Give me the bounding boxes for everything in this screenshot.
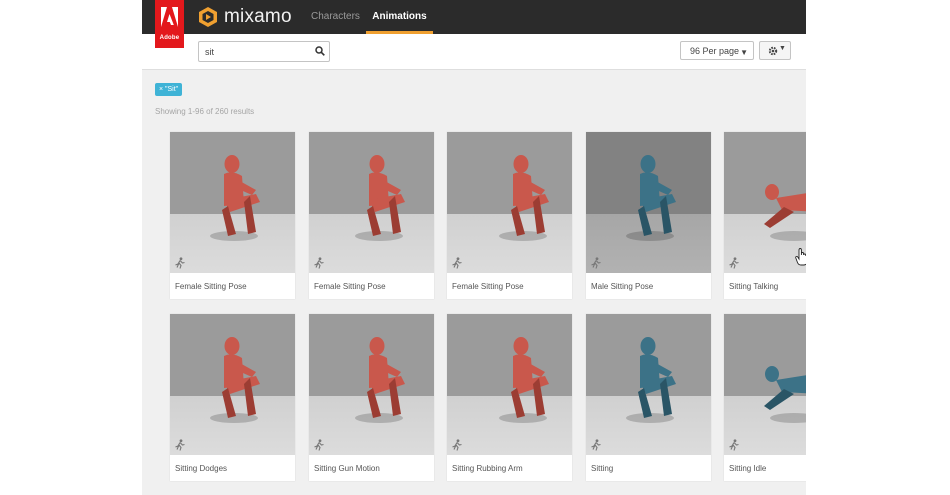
animation-card-label: Female Sitting Pose: [175, 282, 247, 291]
animation-card-label: Sitting Gun Motion: [314, 464, 380, 473]
search-icon[interactable]: [315, 46, 325, 56]
animation-thumbnail[interactable]: [170, 314, 295, 455]
mixamo-app: Adobe mixamo Characters Animations 96 Pe…: [142, 0, 806, 495]
animation-card[interactable]: Sitting Idle: [724, 314, 806, 481]
caret-down-icon: ▼: [779, 45, 786, 52]
animation-card-label: Sitting Idle: [729, 464, 767, 473]
animation-card-label: Sitting Talking: [729, 282, 779, 291]
hand-cursor-icon: [795, 248, 806, 266]
running-figure-icon: [175, 257, 185, 269]
animation-card[interactable]: Male Sitting Pose: [586, 132, 711, 299]
running-figure-icon: [175, 439, 185, 451]
adobe-a-icon: [161, 7, 178, 27]
tab-characters[interactable]: Characters: [311, 0, 360, 34]
search-box: [198, 41, 330, 62]
character-figure: [499, 155, 549, 241]
animation-card-label: Sitting: [591, 464, 614, 473]
animation-card[interactable]: Sitting Dodges: [170, 314, 295, 481]
animation-card[interactable]: Female Sitting Pose: [447, 132, 572, 299]
animation-thumbnail[interactable]: [724, 314, 806, 455]
settings-dropdown-button[interactable]: ▼: [759, 41, 791, 60]
character-figure: [764, 366, 806, 423]
character-figure: [210, 155, 260, 241]
adobe-label: Adobe: [159, 35, 180, 41]
running-figure-icon: [729, 257, 739, 269]
character-figure: [355, 337, 405, 423]
animation-card-label: Sitting Dodges: [175, 464, 228, 473]
animation-card[interactable]: Sitting Gun Motion: [309, 314, 434, 481]
animation-card[interactable]: Sitting Rubbing Arm: [447, 314, 572, 481]
character-figure: [626, 155, 676, 241]
animation-thumbnail[interactable]: [724, 132, 806, 273]
gear-icon: [768, 46, 778, 56]
running-figure-icon: [452, 439, 462, 451]
animation-card-label: Female Sitting Pose: [452, 282, 524, 291]
character-figure: [499, 337, 549, 423]
animation-thumbnail[interactable]: [586, 132, 711, 273]
running-figure-icon: [314, 257, 324, 269]
animation-card[interactable]: Female Sitting Pose: [170, 132, 295, 299]
character-figure: [210, 337, 260, 423]
filter-tag[interactable]: × "Sit": [155, 83, 183, 96]
animation-card[interactable]: Sitting Talking: [724, 132, 806, 299]
mixamo-logo-icon: [199, 7, 217, 27]
results-count: Showing 1-96 of 260 results: [155, 107, 255, 116]
chevron-down-icon: ▼: [740, 48, 748, 57]
running-figure-icon: [591, 439, 601, 451]
animation-thumbnail[interactable]: [170, 132, 295, 273]
animation-thumbnail[interactable]: [447, 132, 572, 273]
animation-thumbnail[interactable]: [586, 314, 711, 455]
running-figure-icon: [729, 439, 739, 451]
animation-thumbnail[interactable]: [309, 314, 434, 455]
animation-card-label: Sitting Rubbing Arm: [452, 464, 523, 473]
mixamo-brand[interactable]: mixamo: [197, 5, 292, 29]
top-navigation-bar: Adobe mixamo Characters Animations: [142, 0, 806, 48]
brand-name: mixamo: [224, 6, 292, 27]
tab-animations[interactable]: Animations: [366, 0, 433, 34]
animation-card[interactable]: Female Sitting Pose: [309, 132, 434, 299]
running-figure-icon: [314, 439, 324, 451]
character-figure: [355, 155, 405, 241]
adobe-logo[interactable]: Adobe: [155, 0, 184, 48]
animation-thumbnail[interactable]: [447, 314, 572, 455]
animation-thumbnail[interactable]: [309, 132, 434, 273]
running-figure-icon: [591, 257, 601, 269]
animation-card-label: Male Sitting Pose: [591, 282, 654, 291]
animation-card-label: Female Sitting Pose: [314, 282, 386, 291]
animation-card[interactable]: Sitting: [586, 314, 711, 481]
character-figure: [764, 184, 806, 241]
per-page-select[interactable]: 96 Per page ▼: [680, 41, 754, 60]
search-input[interactable]: [199, 42, 310, 62]
search-toolbar: 96 Per page ▼ ▼: [142, 34, 806, 70]
per-page-value: 96 Per page: [690, 46, 740, 56]
character-figure: [626, 337, 676, 423]
running-figure-icon: [452, 257, 462, 269]
